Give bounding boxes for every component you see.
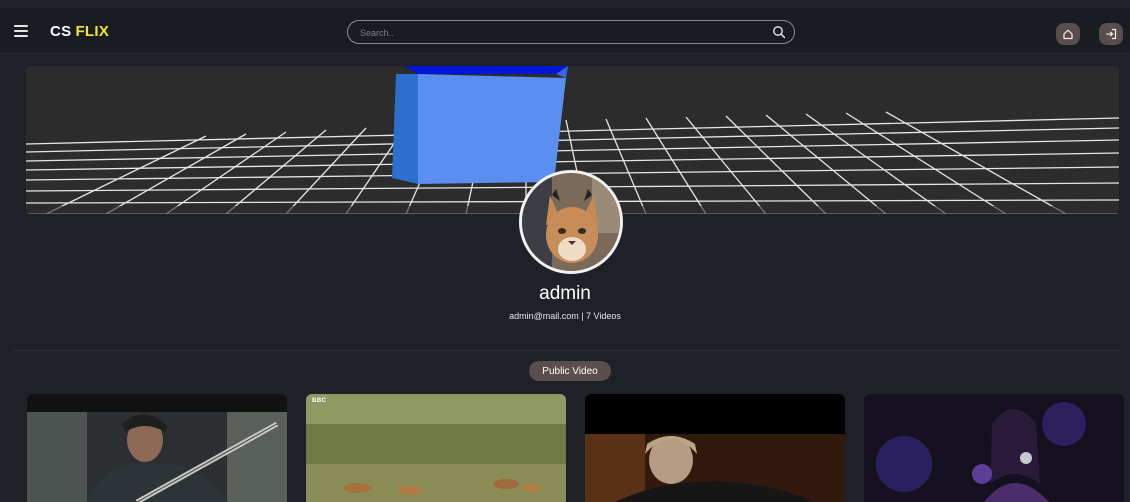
video-card[interactable] [27, 394, 287, 502]
search-input[interactable] [358, 24, 762, 42]
man-with-banjo-thumbnail-icon [27, 394, 287, 502]
home-icon [1063, 29, 1073, 40]
brand-logo-part2: FLIX [75, 23, 110, 40]
search-bar [347, 20, 795, 44]
top-navbar: CS FLIX [0, 8, 1130, 54]
person-video-still-thumbnail-icon [585, 394, 845, 502]
home-button[interactable] [1056, 23, 1080, 45]
video-card[interactable]: BBC [306, 394, 566, 502]
search-icon[interactable] [772, 25, 786, 39]
singer-with-microphone-thumbnail-icon [864, 394, 1124, 502]
bbc-badge: BBC [312, 398, 327, 404]
brand-logo[interactable]: CS FLIX [50, 23, 109, 40]
public-video-tab[interactable]: Public Video [529, 361, 611, 381]
section-divider [12, 350, 1122, 351]
hamburger-menu-icon[interactable] [14, 25, 28, 37]
foxes-on-grassland-thumbnail-icon [306, 394, 566, 502]
caracal-avatar-icon [522, 173, 620, 271]
brand-logo-part1: CS [50, 23, 72, 40]
profile-username: admin [539, 283, 591, 304]
video-card[interactable] [585, 394, 845, 502]
profile-avatar [519, 170, 623, 274]
sign-in-icon [1106, 28, 1117, 40]
profile-meta: admin@mail.com | 7 Videos [509, 311, 621, 321]
video-card[interactable] [864, 394, 1124, 502]
login-button[interactable] [1099, 23, 1123, 45]
